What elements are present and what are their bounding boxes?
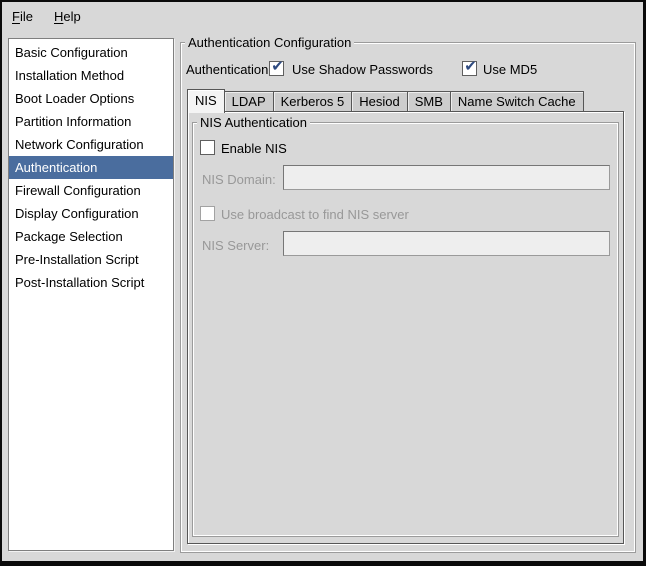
kickstart-configurator-window: File Help Basic Configuration Installati…	[0, 0, 646, 566]
sidebar-item-boot-loader-options[interactable]: Boot Loader Options	[9, 87, 173, 110]
authentication-label: Authentication:	[186, 62, 272, 77]
authentication-configuration-frame-title: Authentication Configuration	[185, 35, 354, 51]
enable-nis-checkbox[interactable]	[200, 140, 215, 155]
menu-file-mnemonic: F	[12, 9, 20, 24]
menu-help-mnemonic: H	[54, 9, 63, 24]
menu-help-label: elp	[63, 9, 80, 24]
sidebar-item-package-selection[interactable]: Package Selection	[9, 225, 173, 248]
nis-authentication-frame-title: NIS Authentication	[197, 115, 310, 131]
tab-hesiod[interactable]: Hesiod	[351, 91, 407, 111]
tab-smb[interactable]: SMB	[407, 91, 451, 111]
sidebar-item-partition-information[interactable]: Partition Information	[9, 110, 173, 133]
nis-domain-input	[283, 165, 610, 190]
enable-nis-label[interactable]: Enable NIS	[221, 141, 287, 156]
sidebar-item-basic-configuration[interactable]: Basic Configuration	[9, 41, 173, 64]
checkmark-icon: ✔	[270, 58, 285, 75]
sidebar-item-post-installation-script[interactable]: Post-Installation Script	[9, 271, 173, 294]
tab-ldap[interactable]: LDAP	[224, 91, 274, 111]
nis-domain-label: NIS Domain:	[202, 172, 276, 187]
tab-kerberos-5[interactable]: Kerberos 5	[273, 91, 353, 111]
auth-method-tabs: NIS LDAP Kerberos 5 Hesiod SMB Name Swit…	[187, 88, 584, 112]
nis-authentication-frame: NIS Authentication Enable NIS NIS Domain…	[192, 122, 619, 537]
sidebar-item-installation-method[interactable]: Installation Method	[9, 64, 173, 87]
menu-file-label: ile	[20, 9, 33, 24]
tab-name-switch-cache[interactable]: Name Switch Cache	[450, 91, 584, 111]
use-broadcast-checkbox	[200, 206, 215, 221]
tab-nis[interactable]: NIS	[187, 89, 225, 113]
use-md5-label[interactable]: Use MD5	[483, 62, 537, 77]
menu-help[interactable]: Help	[48, 2, 87, 32]
sidebar-item-network-configuration[interactable]: Network Configuration	[9, 133, 173, 156]
nis-server-label: NIS Server:	[202, 238, 269, 253]
sidebar-item-authentication[interactable]: Authentication	[9, 156, 173, 179]
nis-tab-page: NIS Authentication Enable NIS NIS Domain…	[187, 111, 624, 544]
use-shadow-passwords-label[interactable]: Use Shadow Passwords	[292, 62, 433, 77]
menubar: File Help	[2, 2, 643, 34]
use-broadcast-label: Use broadcast to find NIS server	[221, 207, 409, 222]
sidebar-item-firewall-configuration[interactable]: Firewall Configuration	[9, 179, 173, 202]
sidebar-item-pre-installation-script[interactable]: Pre-Installation Script	[9, 248, 173, 271]
section-list: Basic Configuration Installation Method …	[8, 38, 174, 551]
menu-file[interactable]: File	[6, 2, 39, 32]
sidebar-item-display-configuration[interactable]: Display Configuration	[9, 202, 173, 225]
checkmark-icon: ✔	[463, 58, 478, 75]
authentication-configuration-frame: Authentication Configuration Authenticat…	[180, 42, 636, 553]
nis-server-input	[283, 231, 610, 256]
use-shadow-passwords-checkbox[interactable]: ✔	[269, 61, 284, 76]
use-md5-checkbox[interactable]: ✔	[462, 61, 477, 76]
